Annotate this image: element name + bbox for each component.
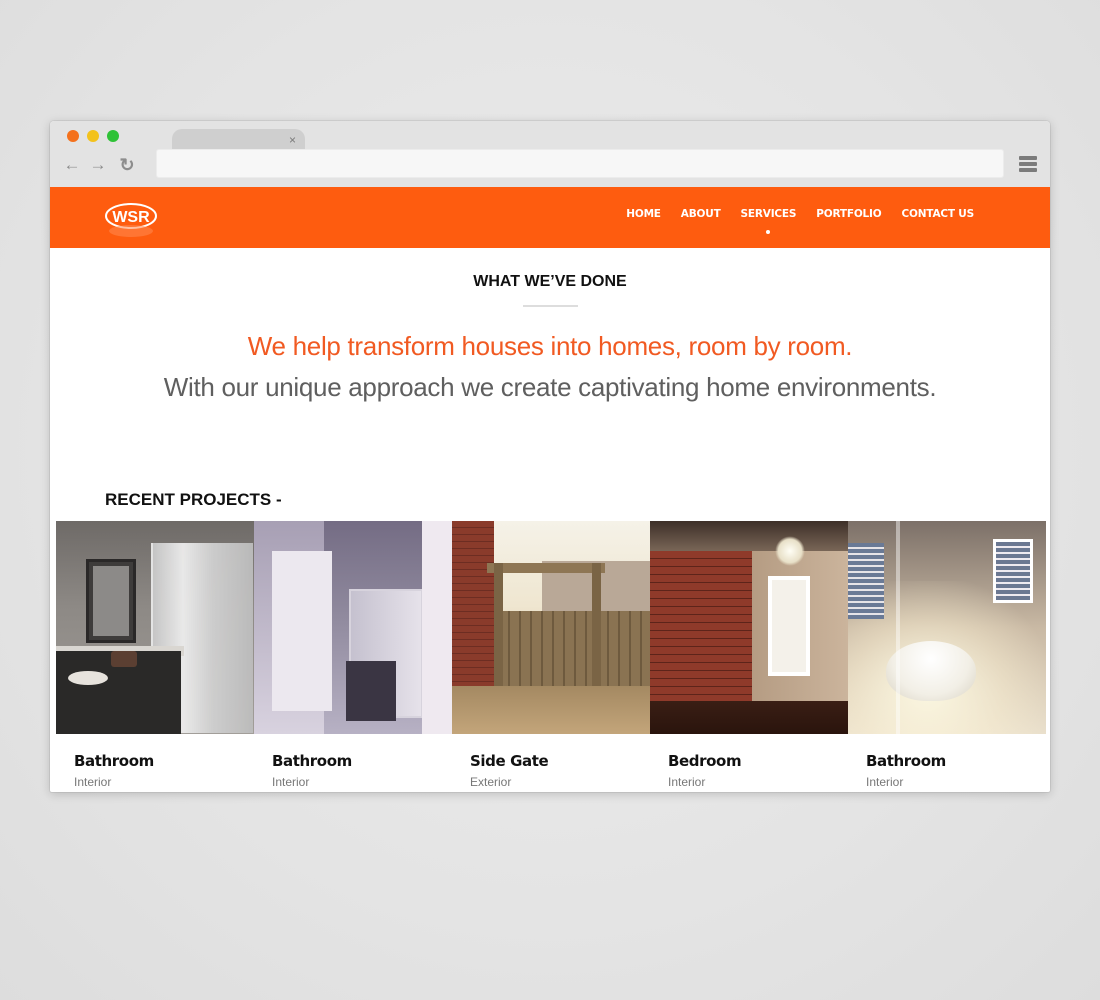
- browser-tab[interactable]: ×: [172, 129, 305, 151]
- reload-icon[interactable]: ↻: [117, 155, 137, 175]
- project-photo-side-gate: [452, 521, 650, 734]
- project-name: Bedroom: [668, 752, 742, 770]
- section-title: WHAT WE’VE DONE: [473, 273, 627, 290]
- site-logo[interactable]: WSR: [104, 202, 158, 240]
- tagline-primary: We help transform houses into homes, roo…: [247, 331, 853, 361]
- project-category: Interior: [272, 775, 310, 789]
- project-category: Interior: [668, 775, 706, 789]
- project-name: Bathroom: [866, 752, 946, 770]
- site-header: WSR HOME ABOUT SERVICES PORTFOLIO CONTAC…: [50, 187, 1050, 248]
- nav-about[interactable]: ABOUT: [681, 208, 721, 220]
- nav-home[interactable]: HOME: [626, 208, 661, 220]
- projects-grid: Bathroom Interior Bathroom Interior Side…: [56, 521, 1046, 792]
- browser-window: × ← → ↻ WSR HOME ABOUT SERVICES PORTFOLI…: [50, 121, 1050, 792]
- project-photo-bathroom: [848, 521, 1046, 734]
- project-card[interactable]: Bathroom Interior: [56, 521, 254, 792]
- project-photo-bathroom: [56, 521, 254, 734]
- logo-text: WSR: [112, 209, 150, 226]
- minimize-window-button[interactable]: [87, 130, 99, 142]
- project-name: Bathroom: [74, 752, 154, 770]
- project-card[interactable]: Bathroom Interior: [848, 521, 1046, 792]
- nav-services[interactable]: SERVICES: [741, 208, 796, 234]
- project-photo-bedroom: [650, 521, 848, 734]
- project-category: Interior: [866, 775, 904, 789]
- main-nav: HOME ABOUT SERVICES PORTFOLIO CONTACT US: [606, 208, 974, 234]
- project-name: Bathroom: [272, 752, 352, 770]
- project-card[interactable]: Bedroom Interior: [650, 521, 848, 792]
- arrow-right-icon[interactable]: →: [88, 155, 108, 175]
- project-photo-bathroom: [254, 521, 452, 734]
- project-category: Exterior: [470, 775, 512, 789]
- browser-toolbar: × ← → ↻: [50, 121, 1050, 188]
- project-name: Side Gate: [470, 752, 549, 770]
- address-bar[interactable]: [156, 149, 1004, 178]
- recent-projects-title: RECENT PROJECTS -: [105, 490, 282, 509]
- maximize-window-button[interactable]: [107, 130, 119, 142]
- close-tab-icon[interactable]: ×: [289, 132, 296, 148]
- nav-contact-us[interactable]: CONTACT US: [901, 208, 974, 220]
- hamburger-menu-icon[interactable]: [1019, 156, 1037, 172]
- project-category: Interior: [74, 775, 112, 789]
- arrow-left-icon[interactable]: ←: [62, 155, 82, 175]
- project-card[interactable]: Bathroom Interior: [254, 521, 452, 792]
- project-card[interactable]: Side Gate Exterior: [452, 521, 650, 792]
- tagline-secondary: With our unique approach we create capti…: [163, 372, 937, 402]
- nav-portfolio[interactable]: PORTFOLIO: [816, 208, 881, 220]
- section-divider: [523, 305, 578, 307]
- close-window-button[interactable]: [67, 130, 79, 142]
